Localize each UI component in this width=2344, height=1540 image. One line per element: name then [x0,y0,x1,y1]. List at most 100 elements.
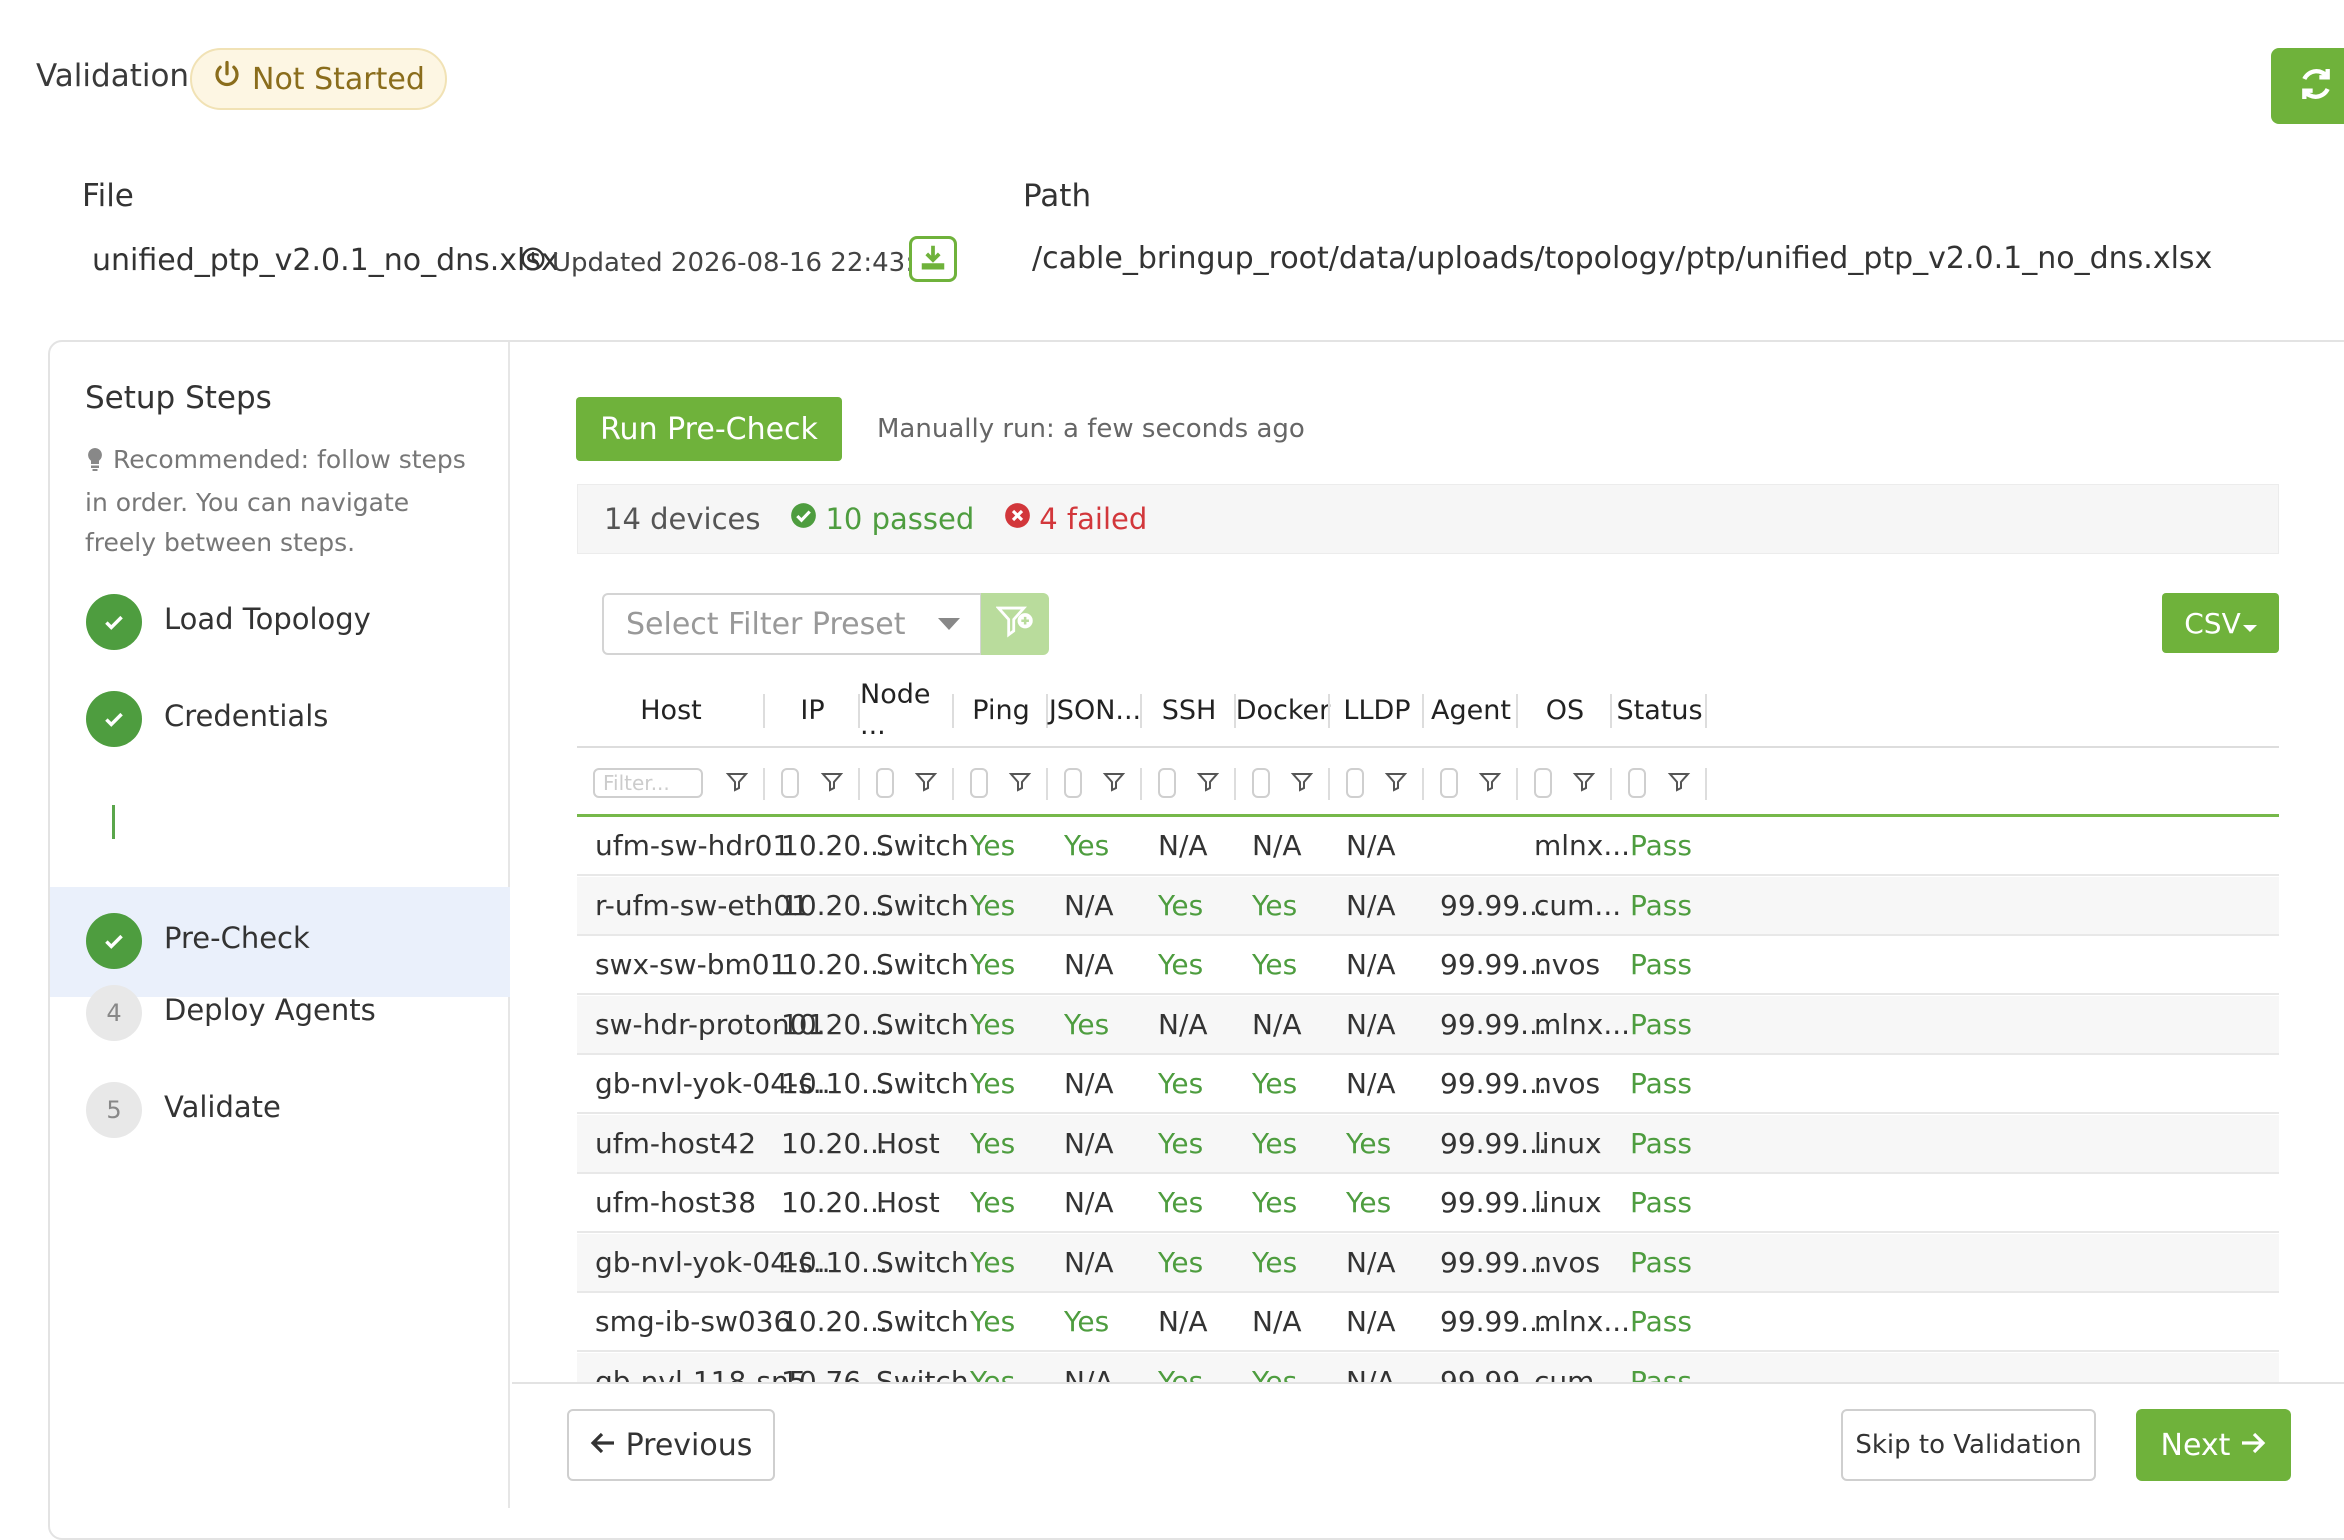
skip-to-validation-button[interactable]: Skip to Validation [1841,1409,2096,1481]
column-filter-input-node-type[interactable] [876,768,894,798]
download-button[interactable] [909,236,957,282]
filter-icon[interactable] [914,770,940,796]
cell-node-type: Switch [876,888,969,922]
column-header-agent[interactable]: Agent [1424,680,1518,740]
table-row[interactable]: gb-nvl-yok-04-s... 10.10... Switch Yes N/A Ye… [577,1055,2279,1114]
cell-lldp: N/A [1346,1007,1396,1041]
filter-icon[interactable] [1196,770,1222,796]
cell-agent: 99.99... [1440,1007,1547,1041]
filter-icon[interactable] [1102,770,1128,796]
column-filter-input-host[interactable]: Filter... [593,768,703,798]
step-connector [112,805,115,839]
cell-ssh: Yes [1158,948,1204,981]
cell-ssh: Yes [1158,1186,1204,1219]
table-row[interactable]: ufm-host42 10.20... Host Yes N/A Yes Yes Yes 99.… [577,1114,2279,1174]
previous-button[interactable]: Previous [567,1409,775,1481]
table-row[interactable]: swx-sw-bm01 10.20... Switch Yes N/A Yes Yes N/A… [577,936,2279,995]
cell-host: ufm-host42 [595,1126,757,1160]
cell-lldp: N/A [1346,1305,1396,1338]
filter-icon[interactable] [1384,770,1410,796]
column-filter-input-ip[interactable] [781,768,799,798]
check-icon [86,691,142,747]
step-label: Deploy Agents [164,993,376,1027]
cell-json: Yes [1064,829,1110,862]
cell-os: nvos [1534,948,1601,981]
cell-agent: 99.99... [1440,1186,1547,1219]
check-circle-icon [790,502,817,536]
caret-down-icon [938,618,960,630]
column-filter-input-ping[interactable] [970,768,988,798]
table-row[interactable]: r-ufm-sw-eth01 10.20... Switch Yes N/A Yes Yes… [577,876,2279,936]
column-filter-input-ssh[interactable] [1158,768,1176,798]
refresh-button[interactable] [2271,48,2344,124]
cell-ip: 10.20... [781,888,888,922]
cell-docker: Yes [1252,1364,1298,1383]
column-header-os[interactable]: OS [1518,680,1612,740]
filter-icon[interactable] [1290,770,1316,796]
csv-export-button[interactable]: CSV [2162,593,2279,653]
column-header-ip[interactable]: IP [765,680,860,740]
column-filter-input-status[interactable] [1628,768,1646,798]
filter-preset-select[interactable]: Select Filter Preset [602,593,982,655]
cell-host: gb-nvl-yok-04-s... [595,1067,840,1100]
column-filter-input-json[interactable] [1064,768,1082,798]
column-resize-handle[interactable] [1705,694,1707,728]
filter-icon[interactable] [1667,770,1693,796]
column-filter-input-docker[interactable] [1252,768,1270,798]
column-divider [1610,768,1612,800]
setup-steps-title: Setup Steps [85,380,272,416]
cell-status: Pass [1630,1245,1692,1279]
column-filter-input-os[interactable] [1534,768,1552,798]
cell-os: nvos [1534,1067,1601,1100]
cell-docker: Yes [1252,1126,1298,1160]
cell-status: Pass [1630,1067,1692,1100]
status-badge: Not Started [190,48,447,110]
refresh-icon [2296,64,2336,108]
filter-icon[interactable] [725,770,751,796]
cell-status: Pass [1630,1364,1692,1383]
table-row[interactable]: ufm-sw-hdr01 10.20... Switch Yes Yes N/A N/A N/… [577,817,2279,876]
power-icon [212,60,242,98]
cell-ip: 10.10... [781,1067,888,1100]
step-credentials[interactable]: Credentials [50,665,510,773]
column-filter-input-lldp[interactable] [1346,768,1364,798]
add-filter-preset-button[interactable] [981,593,1049,655]
setup-hint: Recommended: follow steps in order. You … [85,440,485,563]
column-header-docker[interactable]: Docker [1236,680,1331,740]
cell-docker: Yes [1252,1067,1298,1100]
cell-status: Pass [1630,1186,1692,1219]
step-deploy-agents[interactable]: 4 Deploy Agents [50,959,510,1067]
column-header-ping[interactable]: Ping [954,680,1048,740]
filter-icon[interactable] [1008,770,1034,796]
table-row[interactable]: gb-nvl-yok-04-s... 10.10... Switch Yes N/A Ye… [577,1233,2279,1293]
run-precheck-button[interactable]: Run Pre-Check [576,397,842,461]
table-row[interactable]: sw-hdr-proton01 10.20... Switch Yes Yes N/A N/… [577,995,2279,1055]
step-load-topology[interactable]: Load Topology [50,568,510,676]
step-validate[interactable]: 5 Validate [50,1056,510,1164]
filter-icon[interactable] [1478,770,1504,796]
next-button[interactable]: Next [2136,1409,2291,1481]
table-row[interactable]: ufm-host38 10.20... Host Yes N/A Yes Yes Yes 99.… [577,1174,2279,1233]
column-header-host[interactable]: Host [577,680,765,740]
cell-os: mlnx... [1534,1305,1631,1338]
cell-docker: N/A [1252,1007,1302,1041]
column-filter-input-agent[interactable] [1440,768,1458,798]
cell-ping: Yes [970,1007,1016,1041]
column-header-status[interactable]: Status [1612,680,1707,740]
filter-icon[interactable] [820,770,846,796]
column-header-json[interactable]: JSON... [1048,680,1142,740]
column-divider [1046,768,1048,800]
table-row[interactable]: gb-nvl-118-sn5... 10.76... Switch Yes N/A Yes… [577,1352,2279,1383]
cell-json: N/A [1064,888,1114,922]
cell-status: Pass [1630,1305,1692,1338]
cell-node-type: Switch [876,1067,969,1100]
cell-lldp: Yes [1346,1126,1392,1160]
column-header-node-type[interactable]: Node ... [860,680,954,741]
caret-down-icon [2242,607,2257,640]
table-row[interactable]: smg-ib-sw036 10.20... Switch Yes Yes N/A N/A N/… [577,1293,2279,1352]
filter-icon[interactable] [1572,770,1598,796]
cell-ip: 10.10... [781,1245,888,1279]
column-header-ssh[interactable]: SSH [1142,680,1236,740]
cell-agent: 99.99... [1440,1305,1547,1338]
column-header-lldp[interactable]: LLDP [1330,680,1424,740]
